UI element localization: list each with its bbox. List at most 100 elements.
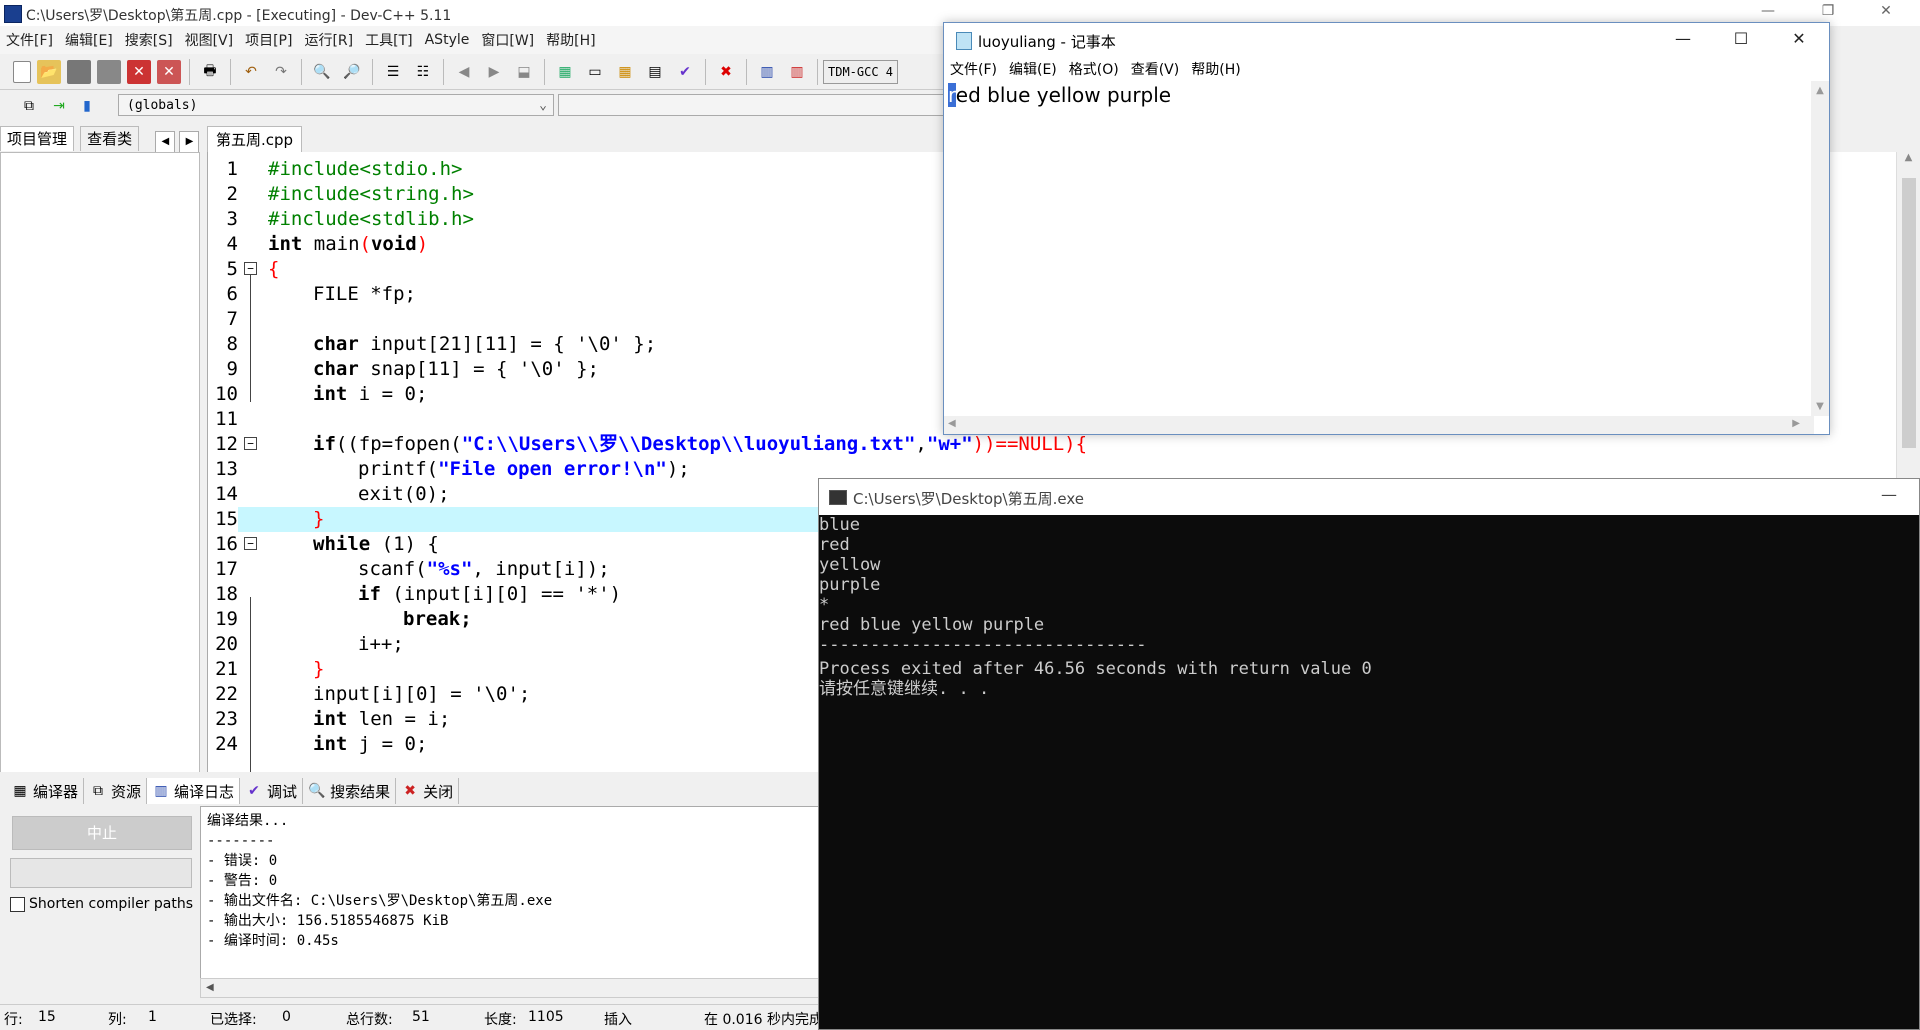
tab-scroll-right-icon[interactable]: ▶ — [179, 131, 200, 153]
close-all-icon[interactable]: ✕ — [157, 59, 181, 84]
log-line: 编译结果... — [207, 813, 289, 829]
syntax-check-icon[interactable]: ✔ — [673, 60, 697, 84]
fold-toggle-icon[interactable]: − — [244, 537, 257, 550]
compile-log[interactable]: 编译结果... -------- - 错误: 0 - 警告: 0 - 输出文件名… — [200, 806, 820, 998]
tab-label: 关闭 — [423, 782, 454, 801]
minimize-icon[interactable]: — — [1869, 485, 1909, 504]
undo-icon[interactable]: ↶ — [239, 60, 263, 84]
project-tree[interactable] — [0, 152, 200, 774]
search-icon: 🔍 — [308, 783, 326, 799]
indent-icon[interactable]: ☰ — [381, 60, 405, 84]
notepad-menu-edit[interactable]: 编辑(E) — [1009, 59, 1057, 79]
run-icon[interactable]: ▭ — [583, 60, 607, 84]
status-col-label: 列: — [108, 1012, 127, 1028]
tab-source-file[interactable]: 第五周.cpp — [207, 126, 303, 153]
rebuild-icon[interactable]: ▤ — [643, 60, 667, 84]
menu-project[interactable]: 项目[P] — [245, 30, 292, 50]
bookmark-prev-icon[interactable]: ◀ — [452, 60, 476, 84]
console-output[interactable]: blue red yellow purple * red blue yellow… — [819, 515, 1919, 1029]
fold-toggle-icon[interactable]: − — [244, 262, 257, 275]
menu-search[interactable]: 搜索[S] — [125, 30, 173, 50]
console-line: purple — [819, 575, 881, 595]
open-file-icon[interactable]: 📂 — [37, 59, 61, 84]
tab-resources[interactable]: ⧉ 资源 — [84, 778, 148, 804]
console-title: C:\Users\罗\Desktop\第五周.exe — [853, 490, 1084, 508]
new-file-icon[interactable] — [13, 60, 31, 83]
tab-project-manager[interactable]: 项目管理 — [0, 126, 75, 151]
shorten-paths-checkbox[interactable] — [10, 896, 25, 912]
close-file-icon[interactable]: ✕ — [127, 59, 151, 84]
fold-toggle-icon[interactable]: − — [244, 437, 257, 450]
notepad-menu-view[interactable]: 查看(V) — [1131, 59, 1180, 79]
tab-compiler[interactable]: ▦ 编译器 — [6, 778, 85, 804]
stop-icon[interactable]: ✖ — [714, 60, 738, 84]
chevron-left-icon[interactable]: ◀ — [201, 982, 214, 993]
status-row-value: 15 — [38, 1009, 56, 1025]
tab-class-browser[interactable]: 查看类 — [80, 126, 140, 151]
notepad-horizontal-scrollbar[interactable]: ◀ ▶ — [944, 416, 1814, 434]
shorten-paths-option[interactable]: Shorten compiler paths — [10, 896, 193, 912]
insert-icon[interactable]: ⇥ — [47, 94, 71, 118]
function-combo[interactable] — [558, 94, 945, 116]
toolbar-separator — [746, 58, 747, 85]
toggle-icon[interactable]: ▮ — [75, 94, 99, 118]
tab-search-results[interactable]: 🔍 搜索结果 — [303, 778, 397, 804]
unindent-icon[interactable]: ☷ — [411, 60, 435, 84]
chevron-down-icon: ⌄ — [539, 98, 547, 113]
log-horizontal-scrollbar[interactable]: ◀ — [200, 978, 820, 998]
chart-icon: ▥ — [154, 783, 168, 799]
menu-tools[interactable]: 工具[T] — [365, 30, 412, 50]
notepad-text-area[interactable]: red blue yellow purple — [948, 83, 1813, 413]
menu-help[interactable]: 帮助[H] — [546, 30, 595, 50]
goto-line-icon[interactable]: ⬓ — [512, 60, 536, 84]
menu-window[interactable]: 窗口[W] — [481, 30, 534, 50]
menu-file[interactable]: 文件[F] — [6, 30, 53, 50]
print-icon[interactable]: 🖶 — [198, 60, 222, 84]
notepad-menu-file[interactable]: 文件(F) — [950, 59, 997, 79]
find-icon[interactable]: 🔍 — [310, 60, 334, 84]
menu-edit[interactable]: 编辑[E] — [65, 30, 113, 50]
compiler-select[interactable]: TDM-GCC 4 — [823, 59, 899, 84]
secondary-toolbar: ⧉ ⇥ ▮ (globals) ⌄ — [0, 90, 945, 122]
menu-astyle[interactable]: AStyle — [425, 32, 470, 48]
compile-run-icon[interactable]: ▦ — [613, 60, 637, 84]
tab-debug[interactable]: ✔ 调试 — [240, 778, 304, 804]
menu-view[interactable]: 视图[V] — [185, 30, 234, 50]
minimize-icon[interactable]: — — [1663, 29, 1703, 51]
notepad-window: luoyuliang - 记事本 — ☐ ✕ 文件(F) 编辑(E) 格式(O)… — [943, 22, 1830, 435]
notepad-vertical-scrollbar[interactable]: ▲ ▼ — [1811, 81, 1829, 416]
resources-icon: ⧉ — [93, 783, 104, 799]
profile-icon[interactable]: ▥ — [785, 60, 809, 84]
notepad-menu-help[interactable]: 帮助(H) — [1191, 59, 1240, 79]
chevron-left-icon[interactable]: ◀ — [948, 418, 956, 429]
chevron-up-icon[interactable]: ▲ — [1897, 152, 1920, 163]
scrollbar-thumb[interactable] — [1902, 178, 1916, 448]
replace-icon[interactable]: 🔎 — [340, 60, 364, 84]
notepad-menu-format[interactable]: 格式(O) — [1069, 59, 1119, 79]
close-icon[interactable]: ✕ — [1779, 29, 1819, 51]
compile-icon[interactable]: ▦ — [553, 60, 577, 84]
chart-icon[interactable]: ▥ — [755, 60, 779, 84]
save-all-icon[interactable] — [97, 59, 121, 84]
maximize-icon[interactable]: ☐ — [1721, 29, 1761, 51]
menu-run[interactable]: 运行[R] — [304, 30, 353, 50]
tab-scroll-left-icon[interactable]: ◀ — [155, 131, 176, 153]
tab-close[interactable]: ✖ 关闭 — [396, 778, 460, 804]
redo-icon[interactable]: ↷ — [269, 60, 293, 84]
stop-button[interactable]: 中止 — [12, 816, 192, 850]
save-icon[interactable] — [67, 59, 91, 84]
close-icon: ✖ — [404, 783, 416, 799]
chevron-right-icon[interactable]: ▶ — [1792, 418, 1800, 429]
status-insert-mode: 插入 — [604, 1012, 632, 1028]
compile-controls: 中止 Shorten compiler paths — [0, 806, 198, 1004]
close-icon[interactable]: ✕ — [1866, 3, 1906, 23]
restore-icon[interactable]: ❐ — [1808, 3, 1848, 23]
toolbar-separator — [230, 58, 231, 85]
new-class-icon[interactable]: ⧉ — [17, 94, 41, 118]
tab-compile-log[interactable]: ▥ 编译日志 — [147, 778, 241, 804]
bookmark-next-icon[interactable]: ▶ — [482, 60, 506, 84]
chevron-up-icon[interactable]: ▲ — [1811, 85, 1829, 96]
minimize-icon[interactable]: — — [1748, 3, 1788, 23]
globals-combo[interactable]: (globals) ⌄ — [118, 94, 554, 116]
chevron-down-icon[interactable]: ▼ — [1811, 401, 1829, 412]
